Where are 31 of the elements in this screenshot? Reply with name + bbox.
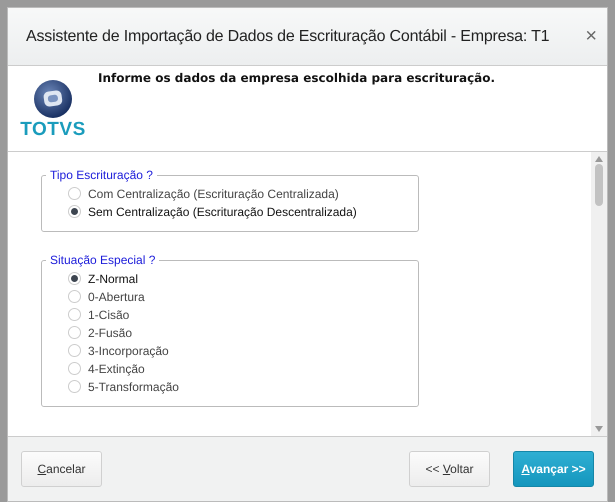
close-button[interactable]: × (585, 25, 597, 48)
radio-button[interactable] (68, 344, 81, 357)
radio-button[interactable] (68, 362, 81, 375)
radio-button[interactable] (68, 272, 81, 285)
radio-button[interactable] (68, 290, 81, 303)
scroll-down-icon[interactable] (595, 426, 603, 432)
option-label[interactable]: 4-Extinção (88, 362, 145, 376)
scroll-up-icon[interactable] (595, 156, 603, 162)
radio-button[interactable] (68, 308, 81, 321)
scroll-thumb[interactable] (595, 164, 603, 206)
radio-button[interactable] (68, 187, 81, 200)
radio-button[interactable] (68, 205, 81, 218)
option-label[interactable]: 0-Abertura (88, 290, 145, 304)
radio-button[interactable] (68, 326, 81, 339)
radio-button[interactable] (68, 380, 81, 393)
group-legend: Tipo Escrituração ? (46, 168, 157, 182)
option-label[interactable]: Z-Normal (88, 272, 138, 286)
window-title: Assistente de Importação de Dados de Escrituração Contábil - Empresa: T1 (26, 28, 550, 46)
option-label[interactable]: Sem Centralização (Escrituração Descentralizada) (88, 204, 357, 218)
option-label[interactable]: 2-Fusão (88, 326, 132, 340)
group-legend: Situação Especial ? (46, 253, 160, 267)
logo-icon (33, 79, 73, 119)
option-label[interactable]: 1-Cisão (88, 308, 130, 322)
instruction-text: Informe os dados da empresa escolhida para escrituração. (98, 70, 496, 87)
scrollbar[interactable] (591, 152, 607, 436)
back-button[interactable]: << Voltar (409, 451, 490, 487)
option-label[interactable]: 5-Transformação (88, 380, 179, 394)
option-label[interactable]: 3-Incorporação (88, 344, 169, 358)
cancel-button[interactable]: Cancelar (21, 451, 102, 487)
option-label[interactable]: Com Centralização (Escrituração Centralizada) (88, 186, 339, 200)
logo-text: TOTVS (20, 119, 86, 141)
